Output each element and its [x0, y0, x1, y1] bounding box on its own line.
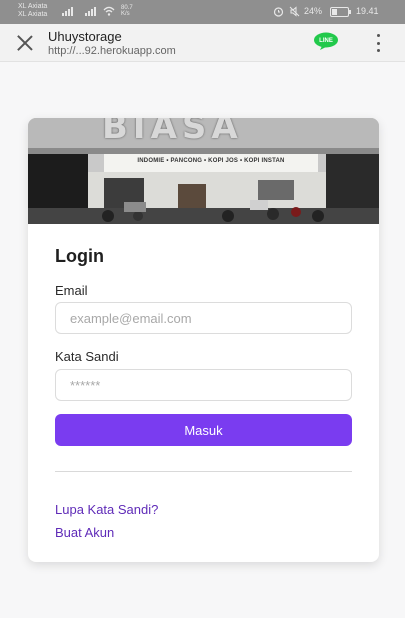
email-label: Email — [55, 283, 88, 298]
site-url[interactable]: http://...92.herokuapp.com — [48, 45, 176, 57]
battery-percent: 24% — [304, 6, 323, 16]
site-title: Uhuystorage — [48, 29, 122, 44]
store-sign: INDOMIE • PANCONG • KOPI JOS • KOPI INST… — [137, 158, 285, 164]
clock: 19.41 — [356, 6, 379, 16]
page-title: Login — [55, 246, 104, 266]
password-field[interactable] — [55, 369, 352, 401]
close-icon[interactable] — [16, 34, 34, 52]
forgot-password-link[interactable]: Lupa Kata Sandi? — [55, 502, 158, 517]
status-bar: XL Axiata XL Axiata 80.7 K/s 24% 19.41 — [0, 0, 405, 24]
carrier-2: XL Axiata — [18, 11, 48, 18]
carrier-labels: XL Axiata XL Axiata — [18, 3, 47, 19]
battery-icon — [330, 7, 351, 17]
email-field[interactable] — [55, 302, 352, 334]
line-icon-label: LINE — [319, 38, 333, 44]
login-button[interactable]: Masuk — [55, 414, 352, 446]
wifi-icon — [103, 6, 115, 16]
login-card: BIASA INDOMIE • PANCONG • KOPI JOS • KOP… — [28, 118, 379, 562]
hero-image: BIASA INDOMIE • PANCONG • KOPI JOS • KOP… — [28, 118, 379, 224]
store-name: BIASA — [102, 118, 243, 147]
divider — [55, 471, 352, 472]
alarm-icon — [273, 7, 284, 17]
mute-icon — [289, 6, 300, 17]
create-account-link[interactable]: Buat Akun — [55, 525, 114, 540]
signal-icon — [62, 7, 73, 16]
line-icon[interactable]: LINE — [313, 32, 339, 50]
password-label: Kata Sandi — [55, 349, 119, 364]
more-options-icon[interactable] — [375, 34, 381, 52]
net-speed: 80.7 K/s — [121, 5, 133, 17]
browser-toolbar: Uhuystorage http://...92.herokuapp.com L… — [0, 24, 405, 62]
signal-icon — [85, 7, 96, 16]
carrier-1: XL Axiata — [18, 3, 48, 10]
